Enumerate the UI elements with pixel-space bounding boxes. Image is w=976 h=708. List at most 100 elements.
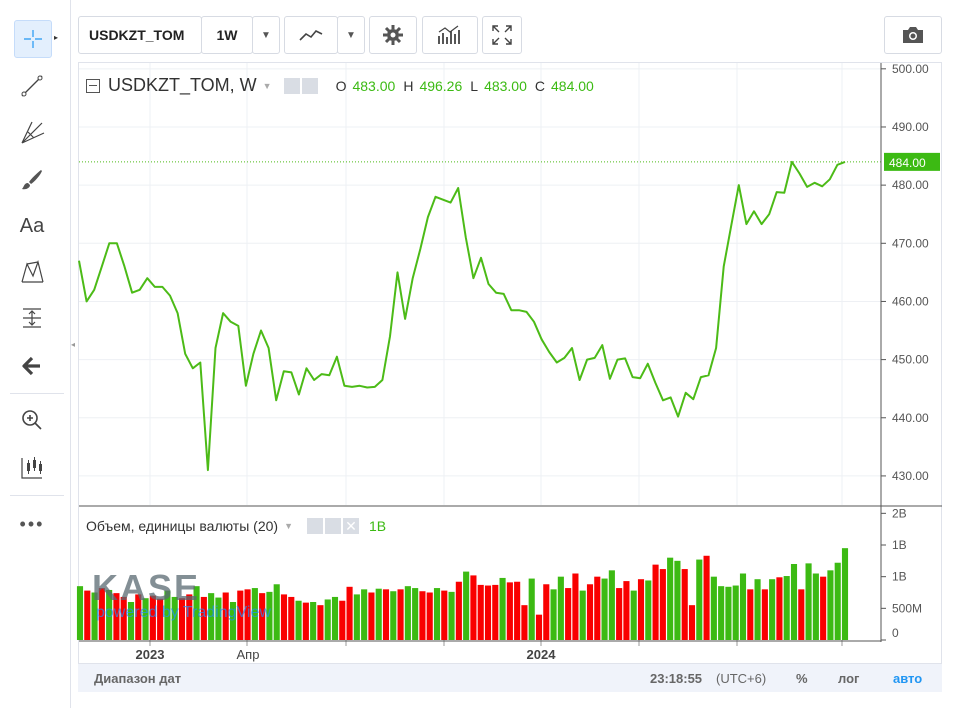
volume-bar bbox=[769, 579, 776, 640]
main-legend: USDKZT_TOM, W ▼ O 483.00 H 496.26 L 483.… bbox=[86, 75, 594, 96]
volume-legend: Объем, единицы валюты (20) ▼ ✕ 1B bbox=[86, 518, 386, 534]
volume-bar bbox=[302, 602, 309, 640]
price-tick-label: 480.00 bbox=[892, 178, 929, 192]
volume-bar bbox=[324, 599, 331, 640]
volume-bar bbox=[572, 573, 579, 640]
clock-timezone[interactable]: (UTC+6) bbox=[716, 671, 766, 686]
volume-bar bbox=[390, 591, 397, 640]
volume-bar bbox=[812, 573, 819, 640]
volume-bar bbox=[470, 575, 477, 640]
volume-tick-label: 1B bbox=[892, 570, 907, 584]
volume-bar bbox=[528, 578, 535, 640]
volume-bar bbox=[477, 584, 484, 640]
legend-dropdown-icon[interactable]: ▼ bbox=[263, 81, 272, 91]
volume-bar bbox=[776, 577, 783, 640]
percent-toggle[interactable]: % bbox=[796, 671, 808, 686]
volume-bar bbox=[404, 586, 411, 640]
volume-bar bbox=[739, 573, 747, 640]
volume-bar bbox=[827, 570, 834, 640]
clock-time: 23:18:55 bbox=[650, 671, 703, 686]
volume-bar bbox=[521, 605, 528, 640]
price-tick-label: 470.00 bbox=[892, 236, 929, 250]
volume-bar bbox=[353, 594, 360, 640]
volume-bar bbox=[841, 548, 849, 640]
volume-bar bbox=[375, 588, 382, 640]
volume-bar bbox=[433, 588, 441, 640]
volume-bar bbox=[645, 580, 652, 640]
grid bbox=[79, 63, 881, 505]
volume-bar bbox=[834, 562, 841, 640]
volume-tick-label: 2B bbox=[892, 506, 907, 520]
volume-bar bbox=[637, 579, 645, 640]
volume-bar bbox=[550, 589, 557, 640]
volume-bar bbox=[441, 590, 448, 640]
volume-bar bbox=[76, 586, 84, 640]
volume-bar bbox=[506, 582, 513, 640]
volume-visibility-icon[interactable] bbox=[306, 518, 323, 534]
ohlc-h-label: H bbox=[403, 77, 414, 94]
volume-bar bbox=[448, 591, 455, 640]
volume-bar bbox=[419, 591, 426, 640]
ohlc-o-label: O bbox=[335, 77, 347, 94]
volume-bar bbox=[557, 576, 564, 640]
volume-bar bbox=[608, 570, 615, 640]
volume-bar bbox=[623, 581, 630, 640]
volume-bar bbox=[492, 584, 499, 640]
kase-watermark: KASE powered by TradingView bbox=[92, 567, 271, 621]
volume-bar bbox=[361, 589, 368, 640]
price-line bbox=[78, 160, 846, 472]
volume-bar bbox=[412, 588, 419, 640]
volume-bar bbox=[273, 584, 280, 640]
date-range-button[interactable]: Диапазон дат bbox=[94, 671, 181, 686]
volume-bar bbox=[280, 594, 288, 640]
volume-bar bbox=[616, 588, 623, 640]
collapse-legend-icon[interactable] bbox=[86, 78, 100, 93]
volume-bar bbox=[790, 564, 798, 640]
volume-bar bbox=[688, 605, 696, 640]
volume-tick-label: 1B bbox=[892, 538, 907, 552]
price-tick-label: 450.00 bbox=[892, 353, 929, 367]
time-tick-label: 2023 bbox=[136, 647, 165, 662]
ohlc-l-label: L bbox=[470, 77, 479, 94]
volume-bar bbox=[754, 579, 761, 640]
volume-settings-icon[interactable] bbox=[324, 518, 341, 534]
volume-title[interactable]: Объем, единицы валюты (20) bbox=[86, 518, 278, 534]
bottom-bar: Диапазон дат 23:18:55 (UTC+6) % лог авто bbox=[78, 664, 942, 692]
volume-bar bbox=[732, 585, 739, 640]
volume-bar bbox=[346, 586, 353, 640]
axes: 500.00 490.00 480.00 470.00 460.00 450.00 440.… bbox=[79, 62, 942, 662]
volume-bar bbox=[426, 592, 433, 640]
volume-bar bbox=[463, 571, 470, 640]
volume-bar bbox=[696, 559, 703, 640]
volume-bar bbox=[710, 576, 717, 640]
auto-toggle[interactable]: авто bbox=[893, 671, 922, 686]
volume-close-icon[interactable]: ✕ bbox=[342, 518, 359, 534]
settings-small-icon[interactable] bbox=[301, 77, 318, 94]
price-chart[interactable]: KASE powered by TradingView 500.00 490.00… bbox=[0, 0, 976, 708]
volume-bar bbox=[288, 596, 295, 640]
volume-bar bbox=[484, 585, 492, 640]
series-title[interactable]: USDKZT_TOM, W bbox=[108, 75, 257, 96]
volume-bar bbox=[514, 581, 521, 640]
volume-bar bbox=[652, 564, 659, 640]
log-toggle[interactable]: лог bbox=[838, 671, 859, 686]
volume-bar bbox=[310, 602, 317, 640]
volume-bar bbox=[630, 590, 637, 640]
volume-bar bbox=[397, 589, 404, 640]
volume-bar bbox=[659, 569, 666, 640]
volume-tick-label: 500M bbox=[892, 601, 922, 615]
volume-bar bbox=[783, 576, 790, 640]
time-tick-label: 2024 bbox=[527, 647, 557, 662]
price-series bbox=[78, 160, 881, 472]
volume-dropdown-icon[interactable]: ▼ bbox=[284, 521, 293, 531]
price-tick-label: 460.00 bbox=[892, 294, 929, 308]
volume-bar bbox=[674, 560, 681, 640]
volume-bar bbox=[718, 586, 725, 640]
volume-bar bbox=[681, 569, 688, 640]
volume-bar bbox=[725, 586, 732, 640]
volume-bar bbox=[331, 596, 339, 640]
volume-bar bbox=[747, 589, 754, 640]
price-tick-label: 430.00 bbox=[892, 469, 929, 483]
volume-bar bbox=[667, 557, 674, 640]
visibility-icon[interactable] bbox=[283, 77, 300, 94]
